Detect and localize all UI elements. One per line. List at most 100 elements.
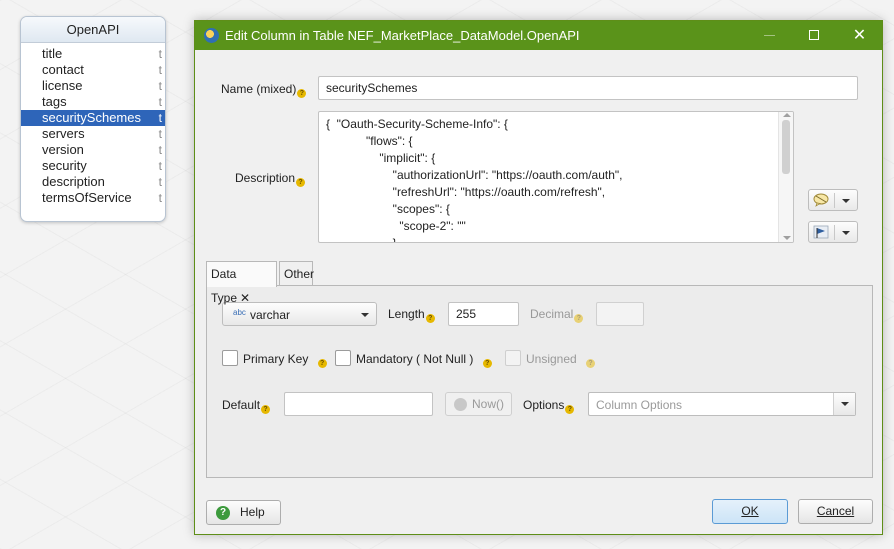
primary-key-label-text: Primary Key: [243, 352, 309, 366]
description-line: "scopes": {: [326, 202, 450, 216]
comment-menu-button[interactable]: [808, 189, 858, 211]
tab-close-icon[interactable]: ✕: [240, 291, 250, 305]
entity-row-contact[interactable]: contact t: [21, 62, 165, 78]
help-hint-icon[interactable]: ?: [297, 89, 307, 98]
decimal-label-text: Decimal: [530, 307, 574, 321]
entity-row-securityschemes[interactable]: securitySchemes t: [21, 110, 165, 126]
maximize-icon: [809, 30, 819, 40]
help-button[interactable]: ? Help: [206, 500, 281, 525]
column-name: termsOfService: [42, 190, 132, 205]
column-type: t: [158, 127, 162, 141]
dialog-titlebar[interactable]: Edit Column in Table NEF_MarketPlace_Dat…: [195, 21, 882, 50]
dropdown-button[interactable]: [833, 393, 855, 415]
now-button-label: Now(): [472, 397, 504, 411]
column-name: security: [42, 158, 87, 173]
column-type: t: [158, 63, 162, 77]
entity-box-openapi[interactable]: OpenAPI title t contact t license t tags t s…: [20, 16, 166, 222]
tab-data-type[interactable]: Data Type ✕: [206, 261, 277, 305]
chevron-down-icon: [842, 231, 850, 235]
ok-button[interactable]: OK: [712, 499, 788, 524]
column-type: t: [158, 47, 162, 61]
column-type: t: [158, 159, 162, 173]
clock-icon: [454, 398, 467, 411]
scroll-down-icon[interactable]: [783, 236, 791, 240]
description-line: { "Oauth-Security-Scheme-Info": {: [326, 117, 508, 131]
column-name: license: [42, 78, 83, 93]
description-line: }: [326, 236, 397, 243]
ok-button-label: OK: [741, 504, 759, 518]
scroll-up-icon[interactable]: [783, 113, 791, 117]
length-label-text: Length: [388, 307, 425, 321]
help-hint-icon[interactable]: ?: [425, 314, 435, 323]
speech-bubble-icon: [813, 193, 829, 207]
primary-key-checkbox[interactable]: [222, 350, 238, 366]
data-type-value: varchar: [250, 308, 291, 322]
entity-row-title[interactable]: title t: [21, 46, 165, 62]
entity-row-description[interactable]: description t: [21, 174, 165, 190]
length-input[interactable]: 255: [448, 302, 519, 326]
options-label: Options?: [523, 398, 575, 414]
flag-menu-button[interactable]: [808, 221, 858, 243]
primary-key-label[interactable]: Primary Key ?: [243, 352, 327, 368]
help-button-label: Help: [240, 505, 265, 519]
now-button: Now(): [445, 392, 512, 416]
help-hint-icon[interactable]: ?: [261, 405, 271, 414]
cancel-button-label: Cancel: [816, 504, 855, 518]
help-hint-icon[interactable]: ?: [586, 359, 596, 368]
close-icon: ✕: [852, 27, 867, 44]
entity-row-servers[interactable]: servers t: [21, 126, 165, 142]
dialog-title: Edit Column in Table NEF_MarketPlace_Dat…: [225, 28, 580, 43]
decimal-input: [596, 302, 644, 326]
help-hint-icon[interactable]: ?: [574, 314, 584, 323]
help-hint-icon[interactable]: ?: [296, 178, 306, 187]
column-name: servers: [42, 126, 85, 141]
column-name: description: [42, 174, 105, 189]
description-line: "flows": {: [326, 134, 413, 148]
entity-row-termsofservice[interactable]: termsOfService t: [21, 190, 165, 206]
decimal-label: Decimal?: [530, 307, 584, 323]
entity-row-version[interactable]: version t: [21, 142, 165, 158]
description-label-text: Description: [235, 171, 296, 185]
tab-other[interactable]: Other: [279, 261, 314, 286]
unsigned-checkbox: [505, 350, 521, 366]
column-options-select[interactable]: Column Options: [588, 392, 856, 416]
column-type: t: [158, 143, 162, 157]
column-name: tags: [42, 94, 67, 109]
tab-label: Data Type: [211, 267, 238, 305]
length-label: Length?: [388, 307, 435, 323]
entity-row-license[interactable]: license t: [21, 78, 165, 94]
mandatory-checkbox[interactable]: [335, 350, 351, 366]
default-label: Default?: [222, 398, 271, 414]
flag-icon: [813, 225, 829, 239]
mandatory-label[interactable]: Mandatory ( Not Null ) ?: [356, 352, 492, 368]
scrollbar-thumb[interactable]: [782, 120, 790, 174]
edit-column-dialog: Edit Column in Table NEF_MarketPlace_Dat…: [194, 20, 883, 535]
maximize-button[interactable]: [792, 21, 837, 50]
entity-column-list: title t contact t license t tags t securityS…: [21, 43, 165, 206]
help-icon: ?: [216, 506, 230, 520]
description-line: "refreshUrl": "https://oauth.com/refresh…: [326, 185, 606, 199]
options-label-text: Options: [523, 398, 565, 412]
column-name: version: [42, 142, 84, 157]
column-name: securitySchemes: [42, 110, 141, 125]
help-hint-icon[interactable]: ?: [482, 359, 492, 368]
description-textarea[interactable]: { "Oauth-Security-Scheme-Info": { "flows…: [318, 111, 794, 243]
app-logo-icon: [204, 28, 219, 43]
entity-row-security[interactable]: security t: [21, 158, 165, 174]
help-hint-icon[interactable]: ?: [565, 405, 575, 414]
column-name: title: [42, 46, 63, 61]
default-label-text: Default: [222, 398, 261, 412]
cancel-button[interactable]: Cancel: [798, 499, 873, 524]
column-name: contact: [42, 62, 84, 77]
default-input[interactable]: [284, 392, 433, 416]
close-button[interactable]: ✕: [837, 21, 882, 50]
description-scrollbar[interactable]: [778, 112, 793, 242]
mandatory-label-text: Mandatory ( Not Null ): [356, 352, 474, 366]
name-input[interactable]: securitySchemes: [318, 76, 858, 100]
column-options-placeholder: Column Options: [596, 398, 683, 412]
column-type: t: [158, 175, 162, 189]
entity-title[interactable]: OpenAPI: [21, 17, 165, 43]
minimize-button[interactable]: [747, 21, 792, 50]
entity-row-tags[interactable]: tags t: [21, 94, 165, 110]
help-hint-icon[interactable]: ?: [317, 359, 327, 368]
